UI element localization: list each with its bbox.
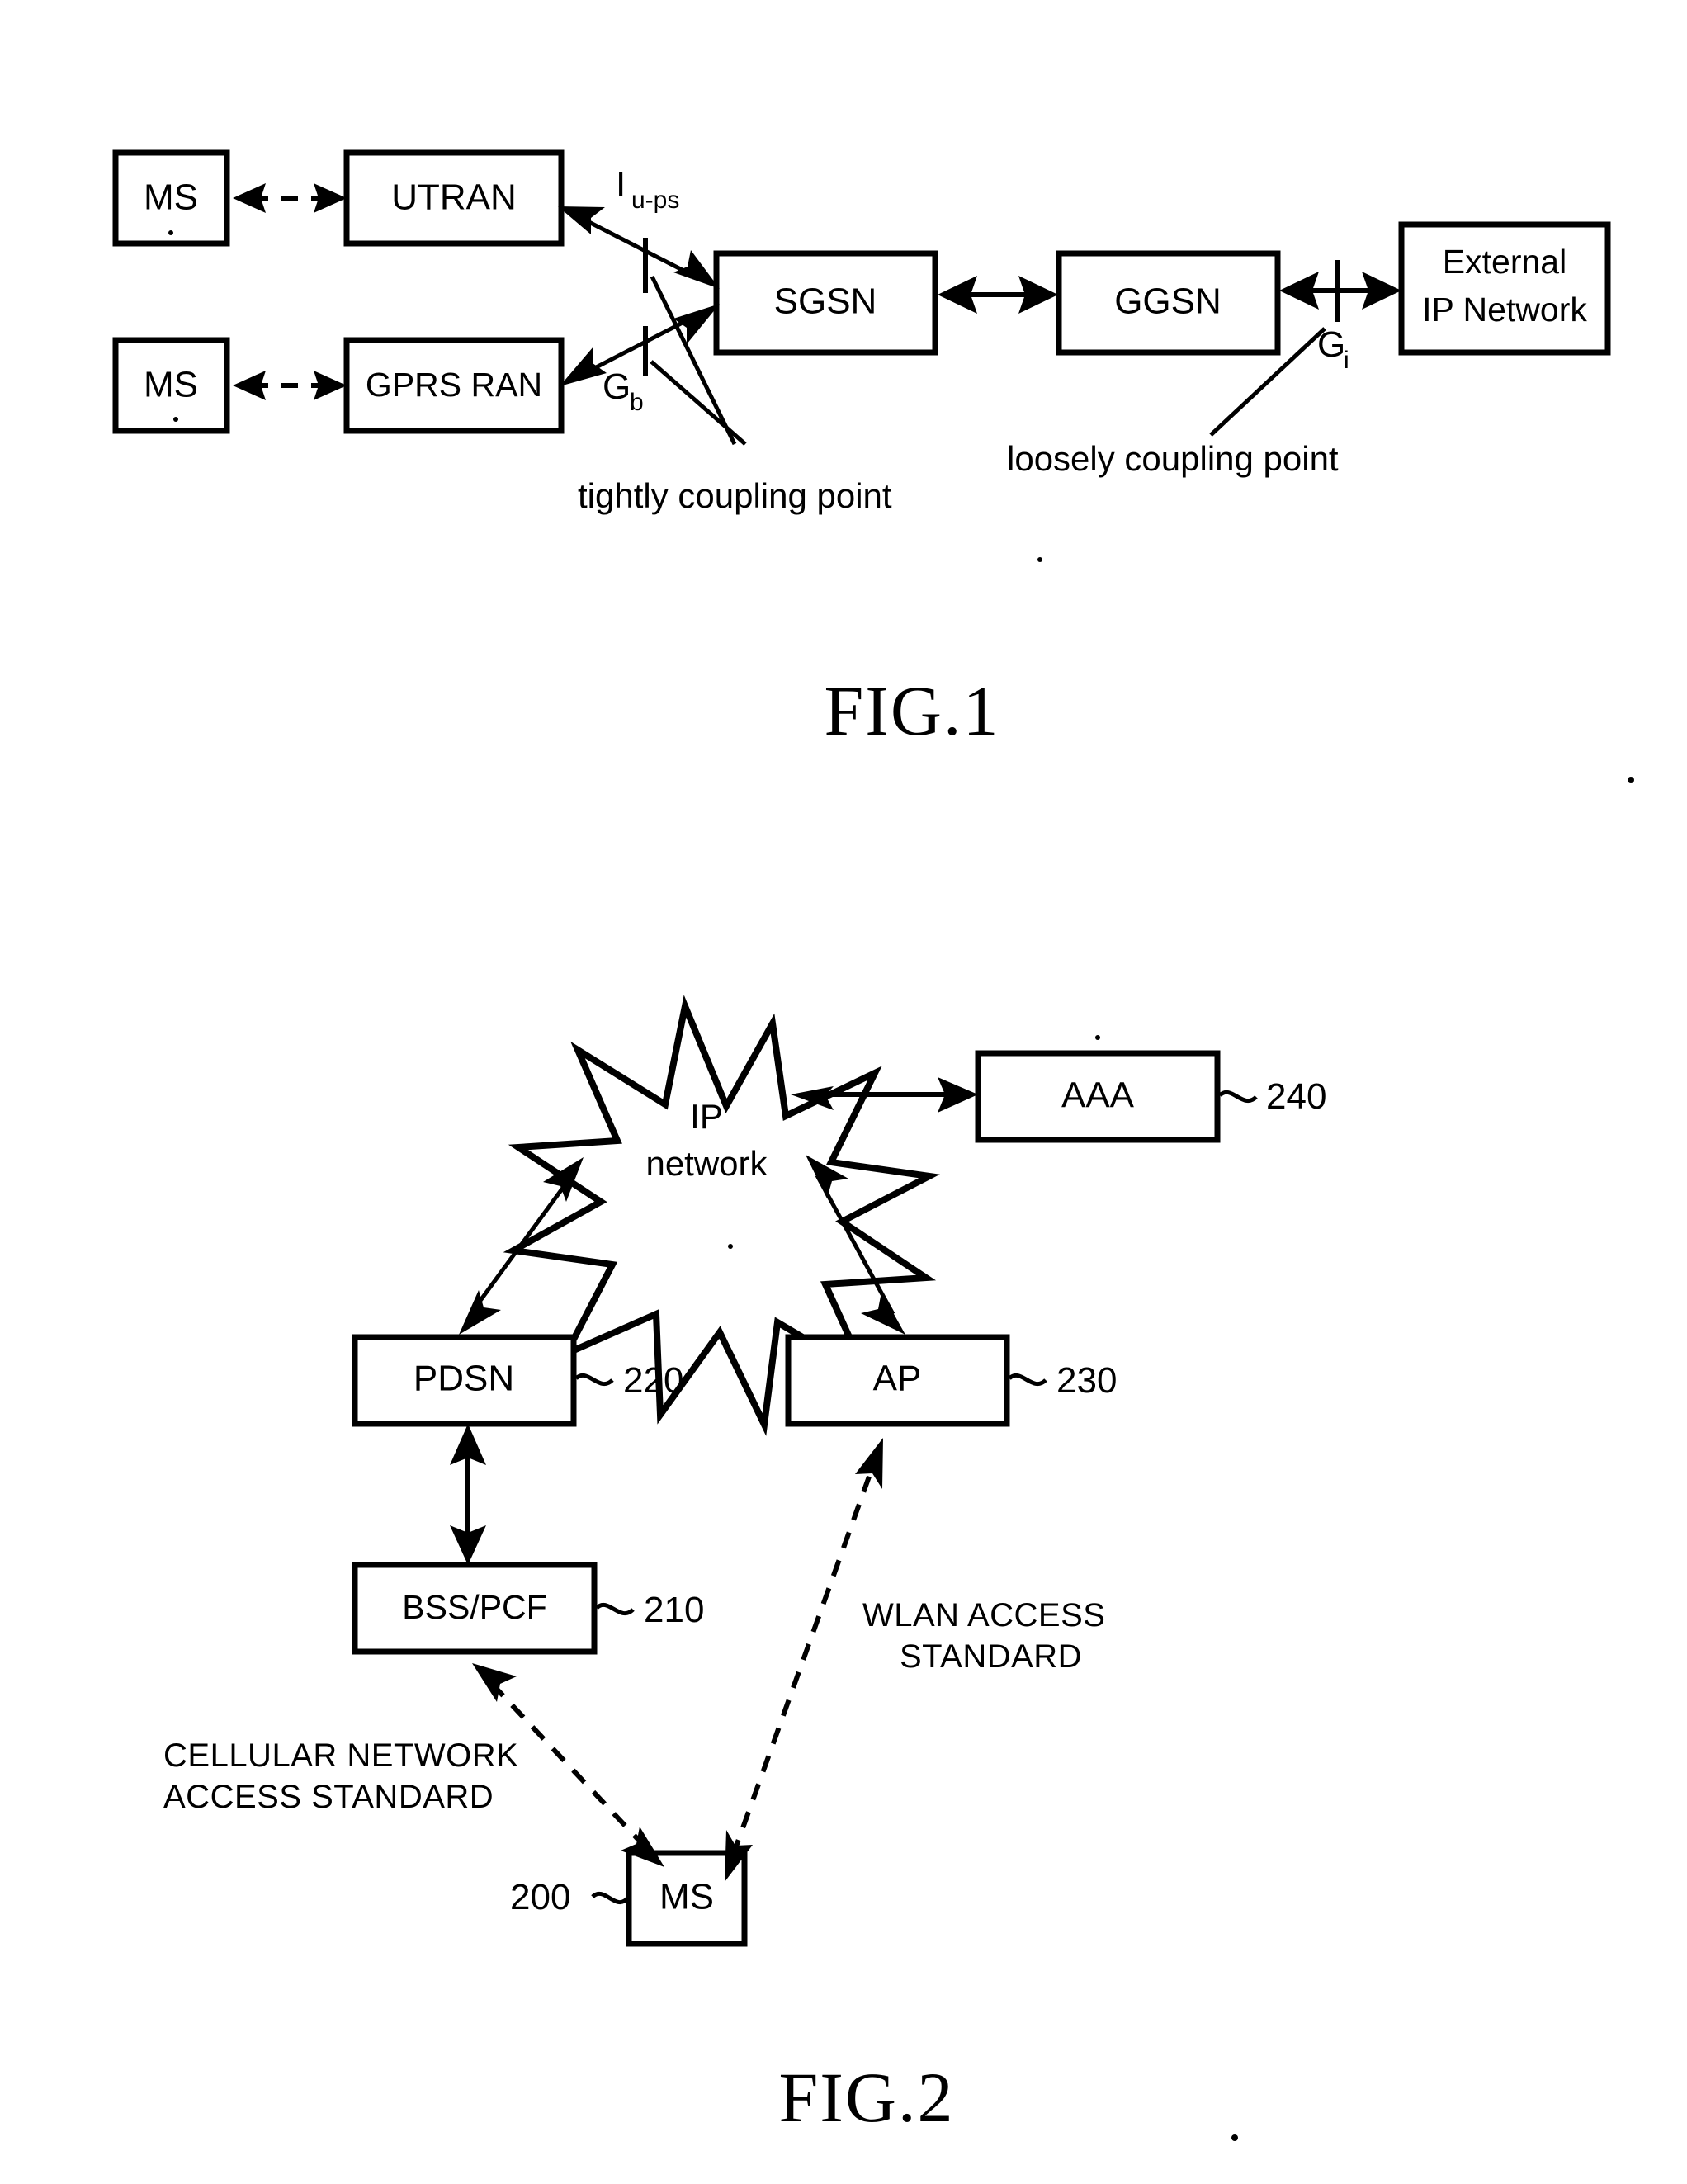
fig1-link-ms-bottom-gprs-arrow-right	[314, 371, 347, 400]
fig2-aaa-ref-number: 240	[1266, 1076, 1326, 1117]
fig1-external-ip-network-label-line1: External	[1443, 243, 1566, 281]
fig1-ms-top-label: MS	[144, 177, 198, 218]
fig1-link-ggsn-external-ip	[1279, 260, 1401, 322]
fig1-link-gprs-ran-sgsn	[560, 304, 720, 386]
fig2-pdsn-ref-number: 220	[623, 1360, 683, 1401]
fig1-link-ms-top-utran	[233, 183, 347, 213]
fig2-link-ip-network-ap-arrow-bottom	[861, 1292, 905, 1335]
fig2-node-pdsn: PDSN 220	[352, 1334, 683, 1427]
fig1-iface-gb-subscript: b	[630, 389, 644, 416]
figures-canvas: MS UTRAN --> UTRAN MS GPRS RAN -->	[112, 149, 1634, 2141]
fig1-node-sgsn: SGSN	[713, 250, 938, 356]
fig1-link-ms-top-utran-arrow-left	[233, 183, 266, 213]
fig1-iface-iu-ps-subscript: u-ps	[631, 187, 679, 214]
fig2-node-aaa: AAA 240	[975, 1035, 1326, 1143]
fig2-ms-ref-number: 200	[510, 1877, 570, 1917]
fig1-ms-bottom-label: MS	[144, 365, 198, 405]
fig2-annotation-cellular-line2: ACCESS STANDARD	[163, 1779, 494, 1815]
fig1-ms-top-speck	[168, 230, 173, 235]
fig1-iface-gi-subscript: i	[1344, 347, 1349, 374]
fig1-iface-label-gb: G b	[602, 366, 644, 416]
fig1-annotation-loosely-coupling-point: loosely coupling point	[1007, 439, 1339, 478]
fig2-aaa-ref-leader	[1218, 1090, 1258, 1104]
fig2-aaa-speck	[1095, 1035, 1100, 1040]
fig2-ap-ref-number: 230	[1056, 1360, 1117, 1401]
fig1-node-gprs-ran: GPRS RAN	[343, 337, 565, 434]
fig1-speck-right	[1628, 777, 1634, 783]
fig2-aaa-label: AAA	[1061, 1075, 1135, 1116]
fig1-speck-mid	[1037, 557, 1042, 562]
fig1-iface-iu-ps-base: I	[616, 164, 626, 205]
fig1-gprs-ran-label: GPRS RAN	[366, 366, 542, 404]
fig1-node-ms-bottom: MS	[112, 337, 230, 434]
fig2-pdsn-label: PDSN	[413, 1359, 514, 1399]
fig1-annotation-tightly-coupling-point: tightly coupling point	[578, 476, 892, 515]
fig2-bss-pcf-label: BSS/PCF	[402, 1588, 546, 1626]
fig2-link-ms-ap-dashed	[725, 1438, 883, 1882]
fig1-sgsn-label: SGSN	[774, 281, 877, 322]
fig2-ms-ref-leader	[591, 1891, 629, 1905]
fig1-utran-label: UTRAN	[391, 177, 517, 218]
fig2-speck-right	[1231, 2134, 1238, 2141]
fig1-link-ms-top-utran-arrow-right	[314, 183, 347, 213]
fig2-node-ms: MS 200	[510, 1850, 748, 1947]
figure-2-group: IP network AAA 240 AAA double arrow --> …	[163, 995, 1326, 2141]
fig2-link-pdsn-bss-pcf	[450, 1424, 486, 1565]
patent-drawing-sheet: MS UTRAN --> UTRAN MS GPRS RAN -->	[0, 0, 1687, 2184]
fig1-ms-bottom-speck	[173, 417, 178, 422]
fig2-link-ms-bss-pcf-arrow-top	[472, 1663, 517, 1702]
fig1-iface-gb-base: G	[602, 366, 631, 407]
fig2-annotation-wlan-line1: WLAN ACCESS	[862, 1597, 1105, 1633]
fig2-bss-pcf-ref-leader	[595, 1602, 635, 1616]
fig2-bss-pcf-ref-number: 210	[644, 1590, 704, 1630]
fig1-link-sgsn-ggsn	[938, 276, 1058, 314]
fig2-caption: FIG.2	[778, 2058, 954, 2137]
fig1-link-ms-bottom-gprs-arrow-left	[233, 371, 266, 400]
fig2-node-bss-pcf: BSS/PCF 210	[352, 1562, 704, 1655]
fig2-annotation-cellular-line1: CELLULAR NETWORK	[163, 1737, 518, 1774]
fig1-link-ms-bottom-gprs	[233, 371, 347, 400]
fig2-node-ap: AP 230	[785, 1334, 1117, 1427]
fig2-ip-network-label-line2: network	[645, 1144, 768, 1183]
fig1-node-utran: UTRAN	[343, 149, 565, 247]
fig1-node-ms-top: MS	[112, 149, 230, 247]
fig1-node-ggsn: GGSN	[1056, 250, 1281, 356]
fig1-ggsn-label: GGSN	[1114, 281, 1222, 322]
fig1-external-ip-network-label-line2: IP Network	[1422, 291, 1587, 329]
fig1-iface-label-iu-ps: I u-ps	[616, 164, 679, 214]
fig1-link-utran-sgsn-arrow-utran-end	[558, 206, 605, 234]
fig1-caption: FIG.1	[824, 671, 999, 750]
fig2-ip-network-label-line1: IP	[690, 1097, 723, 1136]
fig2-pdsn-ref-leader	[574, 1373, 614, 1387]
fig2-ap-ref-leader	[1008, 1373, 1047, 1387]
fig2-ap-label: AP	[873, 1359, 922, 1399]
fig2-link-ms-ap-line	[730, 1463, 876, 1857]
fig2-annotation-wlan: WLAN ACCESS STANDARD	[862, 1597, 1105, 1675]
fig2-annotation-cellular: CELLULAR NETWORK ACCESS STANDARD	[163, 1737, 518, 1815]
fig2-ip-network-speck	[728, 1244, 733, 1249]
fig2-link-ip-network-pdsn-arrow-bottom	[459, 1290, 501, 1335]
fig2-annotation-wlan-line2: STANDARD	[900, 1638, 1082, 1675]
figure-1-group: MS UTRAN --> UTRAN MS GPRS RAN -->	[112, 149, 1634, 783]
fig1-link-utran-sgsn	[558, 206, 720, 293]
fig1-node-external-ip-network: External IP Network	[1398, 221, 1611, 356]
fig2-ms-label: MS	[659, 1877, 714, 1917]
